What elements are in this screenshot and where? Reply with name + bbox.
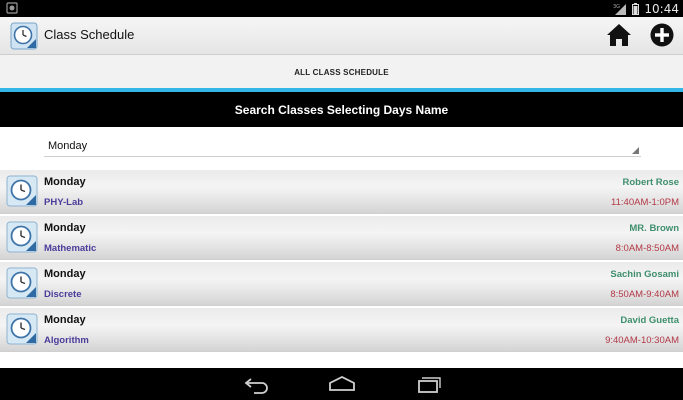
app-clock-icon[interactable]: [10, 22, 38, 50]
battery-icon: [632, 2, 640, 15]
clock-icon: [6, 175, 38, 207]
day-spinner[interactable]: Monday: [44, 137, 641, 157]
row-time: 8:0AM-8:50AM: [615, 243, 679, 254]
row-teacher: Robert Rose: [622, 177, 679, 188]
row-time: 8:50AM-9:40AM: [610, 289, 679, 300]
navigation-bar: [0, 368, 683, 400]
row-teacher: MR. Brown: [629, 223, 679, 234]
tab-all-class-schedule[interactable]: ALL CLASS SCHEDULE: [0, 68, 683, 77]
search-header: Search Classes Selecting Days Name: [0, 92, 683, 127]
row-day: Monday: [44, 268, 86, 280]
row-subject: PHY-Lab: [44, 197, 84, 208]
list-item[interactable]: Monday Algorithm David Guetta 9:40AM-10:…: [0, 308, 683, 352]
clock-icon: [6, 313, 38, 345]
clock-time: 10:44: [644, 1, 679, 16]
home-nav-icon[interactable]: [327, 374, 357, 394]
spinner-selected-day: Monday: [48, 140, 88, 152]
recent-apps-icon[interactable]: [413, 374, 443, 394]
row-subject: Discrete: [44, 289, 82, 300]
row-subject: Mathematic: [44, 243, 97, 254]
list-item[interactable]: Monday PHY-Lab Robert Rose 11:40AM-1:0PM: [0, 170, 683, 214]
clock-icon: [6, 221, 38, 253]
row-teacher: Sachin Gosami: [610, 269, 679, 280]
search-header-title: Search Classes Selecting Days Name: [234, 103, 449, 117]
row-day: Monday: [44, 314, 86, 326]
row-teacher: David Guetta: [620, 315, 679, 326]
action-bar: Class Schedule: [0, 17, 683, 55]
row-day: Monday: [44, 222, 86, 234]
svg-text:3G: 3G: [613, 4, 620, 10]
app-title: Class Schedule: [44, 27, 135, 42]
notification-icon: [6, 2, 18, 14]
row-day: Monday: [44, 176, 86, 188]
add-circle-icon[interactable]: [649, 22, 675, 48]
row-time: 9:40AM-10:30AM: [605, 335, 679, 346]
spinner-arrow-icon: [632, 147, 639, 154]
status-bar: 3G 10:44: [0, 0, 683, 17]
signal-3g-icon: 3G: [613, 3, 627, 15]
tab-bar: ALL CLASS SCHEDULE: [0, 55, 683, 88]
row-subject: Algorithm: [44, 335, 89, 346]
class-list: Monday PHY-Lab Robert Rose 11:40AM-1:0PM…: [0, 170, 683, 354]
row-time: 11:40AM-1:0PM: [611, 197, 679, 208]
home-icon[interactable]: [606, 22, 632, 48]
list-item[interactable]: Monday Mathematic MR. Brown 8:0AM-8:50AM: [0, 216, 683, 260]
back-icon[interactable]: [242, 374, 272, 394]
list-item[interactable]: Monday Discrete Sachin Gosami 8:50AM-9:4…: [0, 262, 683, 306]
clock-icon: [6, 267, 38, 299]
